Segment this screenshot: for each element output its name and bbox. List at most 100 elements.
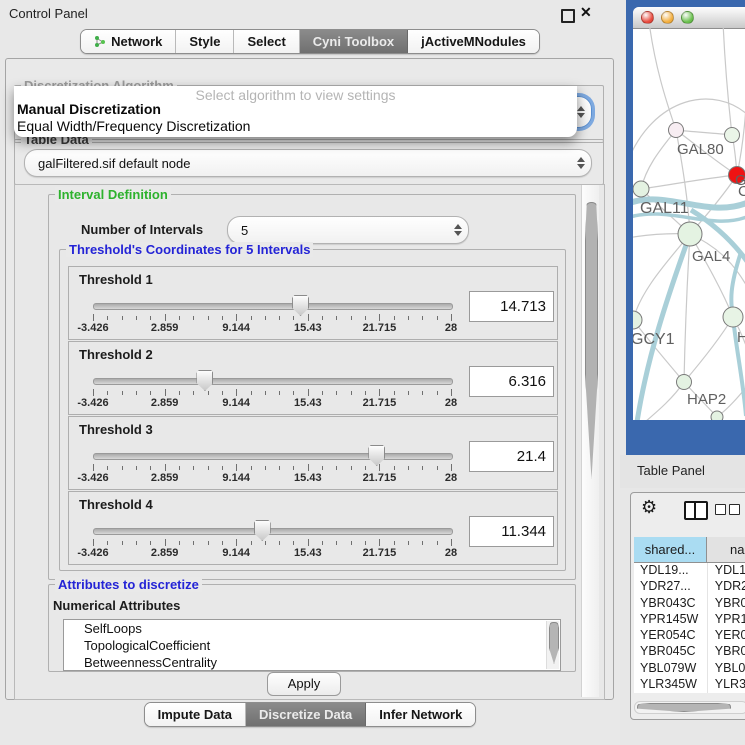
network-node[interactable] bbox=[633, 311, 642, 329]
network-node[interactable] bbox=[725, 128, 740, 143]
attribute-list[interactable]: SelfLoopsTopologicalCoefficientBetweenne… bbox=[63, 619, 561, 671]
tab-label: Cyni Toolbox bbox=[313, 34, 394, 49]
apply-button[interactable]: Apply bbox=[267, 672, 341, 696]
float-window-icon[interactable] bbox=[561, 9, 575, 23]
mac-close-button[interactable] bbox=[641, 11, 654, 24]
slider-thumb[interactable] bbox=[254, 520, 271, 541]
threshold-panel: Threshold 1 -3.4262.8599.14415.4321.7152… bbox=[68, 266, 558, 340]
attribute-item[interactable]: BetweennessCentrality bbox=[64, 654, 560, 671]
slider-track[interactable] bbox=[93, 453, 453, 460]
tab-label: Select bbox=[247, 34, 285, 49]
column-header-shared-[interactable]: shared... bbox=[634, 537, 707, 562]
attribute-item[interactable]: SelfLoops bbox=[64, 620, 560, 637]
threshold-slider[interactable]: -3.4262.8599.14415.4321.71528 bbox=[69, 417, 469, 489]
slider-track[interactable] bbox=[93, 528, 453, 535]
split-columns-icon[interactable] bbox=[684, 501, 708, 520]
table-data-combo[interactable]: galFiltered.sif default node bbox=[24, 149, 592, 177]
slider-thumb[interactable] bbox=[292, 295, 309, 316]
bottom-tab-discretize-data[interactable]: Discretize Data bbox=[246, 703, 366, 726]
popup-item-equal-width-frequency[interactable]: Equal Width/Frequency Discretization bbox=[17, 118, 250, 134]
thresholds-groupbox: Threshold's Coordinates for 5 Intervals … bbox=[59, 249, 566, 571]
table-row[interactable]: YBL079WYBL0... bbox=[634, 661, 745, 677]
threshold-panel: Threshold 2 -3.4262.8599.14415.4321.7152… bbox=[68, 341, 558, 415]
tick-label: 28 bbox=[445, 322, 457, 334]
top-tabs: NetworkStyle Select Cyni Toolbox jActiveMNo… bbox=[80, 29, 540, 54]
horizontal-scrollbar[interactable] bbox=[634, 701, 745, 714]
table-cell: YDR2... bbox=[708, 579, 745, 595]
scrollbar-thumb[interactable] bbox=[637, 703, 731, 712]
table-row[interactable]: YLR345WYLR3... bbox=[634, 677, 745, 693]
tick-label: 28 bbox=[445, 547, 457, 559]
top-tab-network[interactable]: Network bbox=[81, 30, 176, 53]
attribute-item[interactable]: TopologicalCoefficient bbox=[64, 637, 560, 654]
table-row[interactable]: YDR27...YDR2... bbox=[634, 579, 745, 595]
threshold-slider[interactable]: -3.4262.8599.14415.4321.71528 bbox=[69, 267, 469, 339]
threshold-value-field[interactable]: 11.344 bbox=[469, 516, 554, 547]
top-tab-select[interactable]: Select bbox=[234, 30, 299, 53]
slider-track[interactable] bbox=[93, 303, 453, 310]
network-node[interactable] bbox=[711, 411, 723, 420]
popup-item-manual-discretization[interactable]: Manual Discretization bbox=[17, 101, 161, 117]
bottom-tab-infer-network[interactable]: Infer Network bbox=[366, 703, 475, 726]
network-node[interactable] bbox=[633, 181, 649, 197]
attribute-list-scrollbar[interactable] bbox=[546, 621, 559, 669]
control-panel-window: Control Panel ✕ NetworkStyleSelectCyni T… bbox=[0, 0, 621, 745]
top-tab-style[interactable]: Style bbox=[176, 30, 234, 53]
network-window-titlebar[interactable] bbox=[633, 7, 745, 29]
bottom-tab-impute-data[interactable]: Impute Data bbox=[145, 703, 246, 726]
network-node[interactable] bbox=[723, 307, 743, 327]
tick-label: 15.43 bbox=[294, 547, 322, 559]
slider-thumb[interactable] bbox=[368, 445, 385, 466]
table-row[interactable]: YBR043CYBR0... bbox=[634, 596, 745, 612]
tick-label: 2.859 bbox=[151, 472, 179, 484]
table-row[interactable]: YDL19...YDL1... bbox=[634, 563, 745, 579]
node-table[interactable]: shared...name YDL19...YDL1...YDR27...YDR… bbox=[634, 537, 745, 693]
tick-label: 9.144 bbox=[222, 472, 250, 484]
threshold-value-field[interactable]: 6.316 bbox=[469, 366, 554, 397]
network-node[interactable] bbox=[677, 375, 692, 390]
threshold-panel: Threshold 3 -3.4262.8599.14415.4321.7152… bbox=[68, 416, 558, 490]
settings-scrollpane: Interval Definition Number of Intervals … bbox=[14, 184, 605, 700]
network-node[interactable] bbox=[669, 123, 684, 138]
gear-icon[interactable]: ⚙ bbox=[641, 497, 657, 518]
slider-tick-labels: -3.4262.8599.14415.4321.71528 bbox=[93, 322, 451, 336]
network-canvas[interactable]: GAL80GACGAL11GAL4GCY1HHAP2 bbox=[633, 28, 745, 420]
interval-group-title: Interval Definition bbox=[55, 187, 171, 202]
attributes-groupbox: Attributes to discretize Numerical Attri… bbox=[48, 584, 576, 672]
top-tab-cyni-toolbox[interactable]: Cyni Toolbox bbox=[300, 30, 408, 53]
close-icon[interactable]: ✕ bbox=[580, 4, 592, 21]
network-node[interactable] bbox=[678, 222, 702, 246]
table-row[interactable]: YPR145WYPR1... bbox=[634, 612, 745, 628]
vertical-scrollbar[interactable] bbox=[581, 185, 599, 697]
threshold-slider[interactable]: -3.4262.8599.14415.4321.71528 bbox=[69, 492, 469, 564]
threshold-value-field[interactable]: 14.713 bbox=[469, 291, 554, 322]
network-edge bbox=[633, 234, 690, 320]
table-cell: YPR145W bbox=[634, 612, 708, 628]
mac-minimize-button[interactable] bbox=[661, 11, 674, 24]
tick-label: 9.144 bbox=[222, 322, 250, 334]
threshold-slider[interactable]: -3.4262.8599.14415.4321.71528 bbox=[69, 342, 469, 414]
slider-track[interactable] bbox=[93, 378, 453, 385]
threshold-value-field[interactable]: 21.4 bbox=[469, 441, 554, 472]
checkbox-icon[interactable] bbox=[715, 504, 726, 515]
num-intervals-combo[interactable]: 5 bbox=[227, 216, 469, 244]
tick-label: -3.426 bbox=[77, 472, 108, 484]
slider-tick-labels: -3.4262.8599.14415.4321.71528 bbox=[93, 397, 451, 411]
table-row[interactable]: YBR045CYBR0... bbox=[634, 644, 745, 660]
interval-definition-groupbox: Interval Definition Number of Intervals … bbox=[48, 194, 576, 580]
tick-label: 21.715 bbox=[363, 322, 397, 334]
slider-thumb[interactable] bbox=[196, 370, 213, 391]
table-row[interactable]: YER054CYER0... bbox=[634, 628, 745, 644]
column-header-name[interactable]: name bbox=[707, 537, 745, 562]
attributes-group-title: Attributes to discretize bbox=[55, 577, 202, 592]
top-tab-jactivemnodules[interactable]: jActiveMNodules bbox=[408, 30, 539, 53]
table-cell: YLR345W bbox=[634, 677, 708, 693]
tick-label: 21.715 bbox=[363, 547, 397, 559]
table-panel-titlebar: Table Panel bbox=[620, 455, 745, 488]
scrollbar-thumb[interactable] bbox=[585, 202, 598, 479]
network-edge bbox=[676, 130, 732, 135]
checkbox-icon[interactable] bbox=[729, 504, 740, 515]
cyni-toolbox-panel: Discretization Algorithm Table Data galF… bbox=[5, 58, 614, 700]
tick-label: 15.43 bbox=[294, 397, 322, 409]
mac-zoom-button[interactable] bbox=[681, 11, 694, 24]
